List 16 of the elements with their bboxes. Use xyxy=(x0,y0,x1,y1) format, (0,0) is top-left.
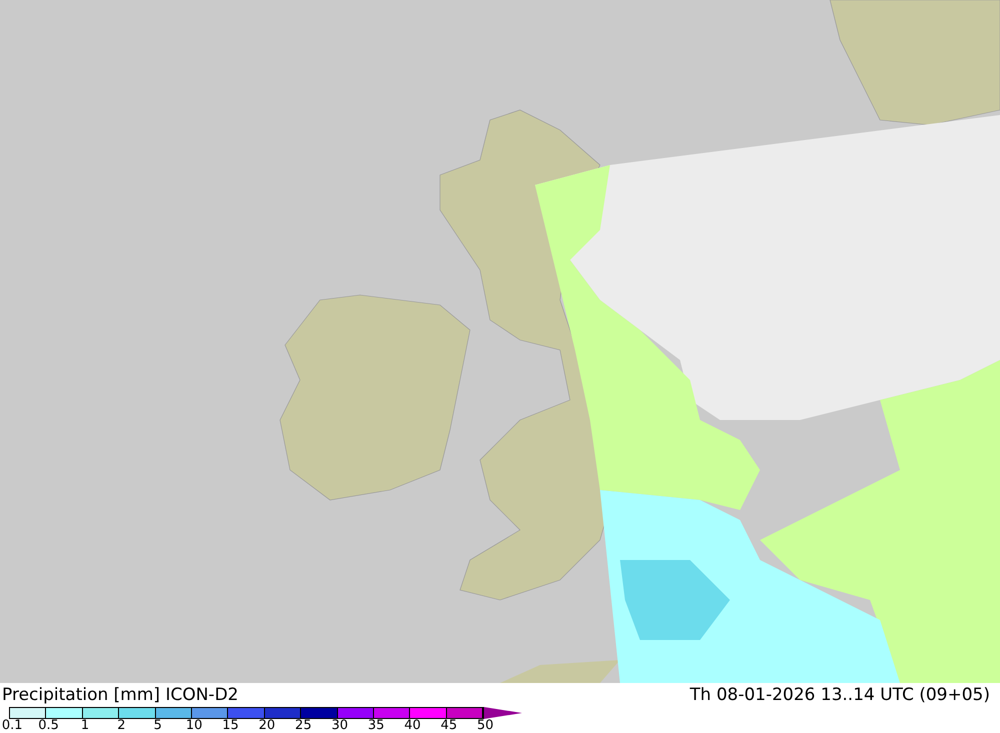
scale-label: 30 xyxy=(331,718,348,733)
scale-label: 25 xyxy=(295,718,312,733)
valid-time: Th 08-01-2026 13..14 UTC (09+05) xyxy=(690,686,991,704)
scale-label: 50 xyxy=(477,718,494,733)
scale-label: 2 xyxy=(117,718,126,733)
scale-label: 40 xyxy=(404,718,421,733)
scale-label: 20 xyxy=(258,718,276,733)
scale-label: 0.1 xyxy=(2,718,23,733)
scale-label: 45 xyxy=(440,718,458,733)
scale-label: 0.5 xyxy=(38,718,59,733)
legend-title: Precipitation [mm] ICON-D2 xyxy=(2,686,238,704)
scale-label: 35 xyxy=(368,718,384,733)
scale-label: 1 xyxy=(80,718,90,733)
scale-label: 10 xyxy=(186,718,202,733)
scale-label: 5 xyxy=(154,718,162,733)
scale-label: 15 xyxy=(222,718,239,733)
